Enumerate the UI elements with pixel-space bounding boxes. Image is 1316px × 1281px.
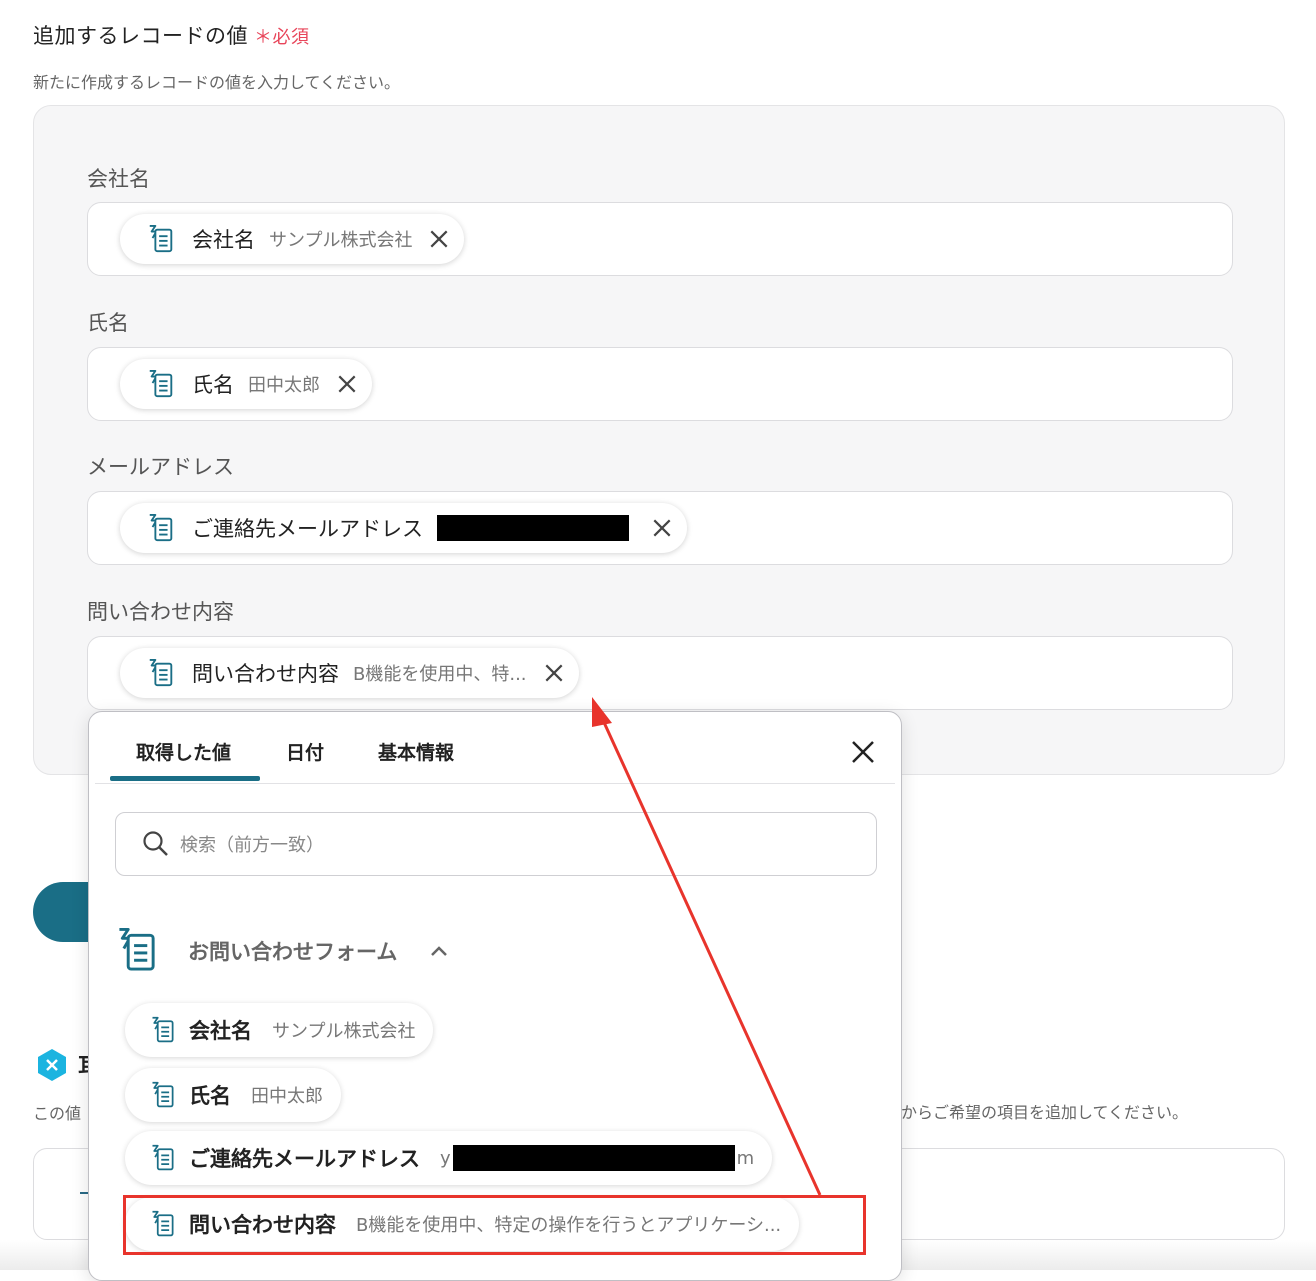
option-value: 田中太郎	[251, 1086, 323, 1107]
form-icon	[149, 1016, 177, 1044]
form-icon	[149, 1081, 177, 1109]
option-name: ご連絡先メールアドレス	[189, 1147, 420, 1171]
search-box[interactable]	[115, 812, 877, 876]
remove-chip-close-icon[interactable]	[543, 662, 565, 684]
remove-chip-close-icon[interactable]	[651, 517, 673, 539]
chip-value: B機能を使用中、特...	[353, 664, 527, 685]
form-icon	[146, 513, 176, 543]
form-icon	[146, 369, 176, 399]
value-chip-name[interactable]: 氏名 田中太郎	[120, 359, 372, 409]
chip-value: サンプル株式会社	[269, 230, 413, 251]
field-company-input[interactable]: 会社名 サンプル株式会社	[87, 202, 1233, 276]
form-icon	[149, 1144, 177, 1172]
remove-chip-close-icon[interactable]	[336, 373, 358, 395]
section2-desc-right: からご希望の項目を追加してください。	[901, 1103, 1189, 1122]
chip-name: 問い合わせ内容	[192, 662, 339, 686]
x-badge-icon	[38, 1049, 66, 1081]
search-input[interactable]	[178, 827, 842, 863]
value-chip-inquiry[interactable]: 問い合わせ内容 B機能を使用中、特...	[120, 648, 579, 698]
value-chip-email[interactable]: ご連絡先メールアドレス	[120, 503, 687, 553]
tabs-divider	[95, 783, 895, 784]
annotation-highlight-box	[123, 1195, 866, 1255]
chip-name: 会社名	[192, 228, 255, 252]
form-icon	[146, 658, 176, 688]
option-company[interactable]: 会社名 サンプル株式会社	[125, 1003, 434, 1057]
section-description: 新たに作成するレコードの値を入力してください。	[33, 73, 401, 92]
search-icon	[143, 831, 168, 856]
tab-date[interactable]: 日付	[286, 738, 324, 765]
field-name-input[interactable]: 氏名 田中太郎	[87, 347, 1233, 421]
redacted-value	[452, 1145, 735, 1171]
required-indicator: ＊必須	[254, 27, 310, 48]
required-label: 必須	[272, 27, 310, 48]
section-title: 追加するレコードの値 ＊必須	[33, 20, 310, 50]
tab-acquired-values[interactable]: 取得した値	[136, 738, 231, 765]
field-email-input[interactable]: ご連絡先メールアドレス	[87, 491, 1233, 565]
chevron-up-icon[interactable]	[429, 944, 449, 958]
close-popup-close-icon[interactable]	[849, 738, 877, 766]
option-email[interactable]: ご連絡先メールアドレス y m	[125, 1131, 773, 1185]
chip-value: 田中太郎	[248, 375, 320, 396]
option-name: 会社名	[189, 1019, 252, 1043]
required-mark: ＊	[254, 27, 273, 48]
value-chip-company[interactable]: 会社名 サンプル株式会社	[120, 214, 465, 264]
remove-chip-close-icon[interactable]	[428, 228, 450, 250]
section2-desc-left: この値	[33, 1104, 82, 1123]
field-label-company: 会社名	[87, 167, 150, 191]
field-inquiry-input[interactable]: 問い合わせ内容 B機能を使用中、特...	[87, 636, 1233, 710]
field-label-email: メールアドレス	[87, 455, 234, 479]
chip-name: ご連絡先メールアドレス	[192, 517, 423, 541]
chip-name: 氏名	[192, 373, 234, 397]
tab-basic-info[interactable]: 基本情報	[378, 738, 454, 765]
redacted-value	[437, 515, 629, 541]
active-tab-indicator	[110, 776, 260, 781]
field-label-name: 氏名	[87, 311, 129, 335]
option-name-field[interactable]: 氏名 田中太郎	[125, 1068, 341, 1122]
option-name: 氏名	[189, 1084, 231, 1108]
field-label-inquiry: 問い合わせ内容	[87, 600, 234, 624]
section-title-text: 追加するレコードの値	[33, 24, 248, 48]
form-icon	[146, 224, 176, 254]
group-label[interactable]: お問い合わせフォーム	[188, 936, 397, 966]
option-value-suffix: m	[736, 1147, 755, 1169]
option-value: サンプル株式会社	[272, 1021, 416, 1042]
form-icon	[115, 924, 159, 976]
option-value-prefix: y	[440, 1147, 451, 1169]
